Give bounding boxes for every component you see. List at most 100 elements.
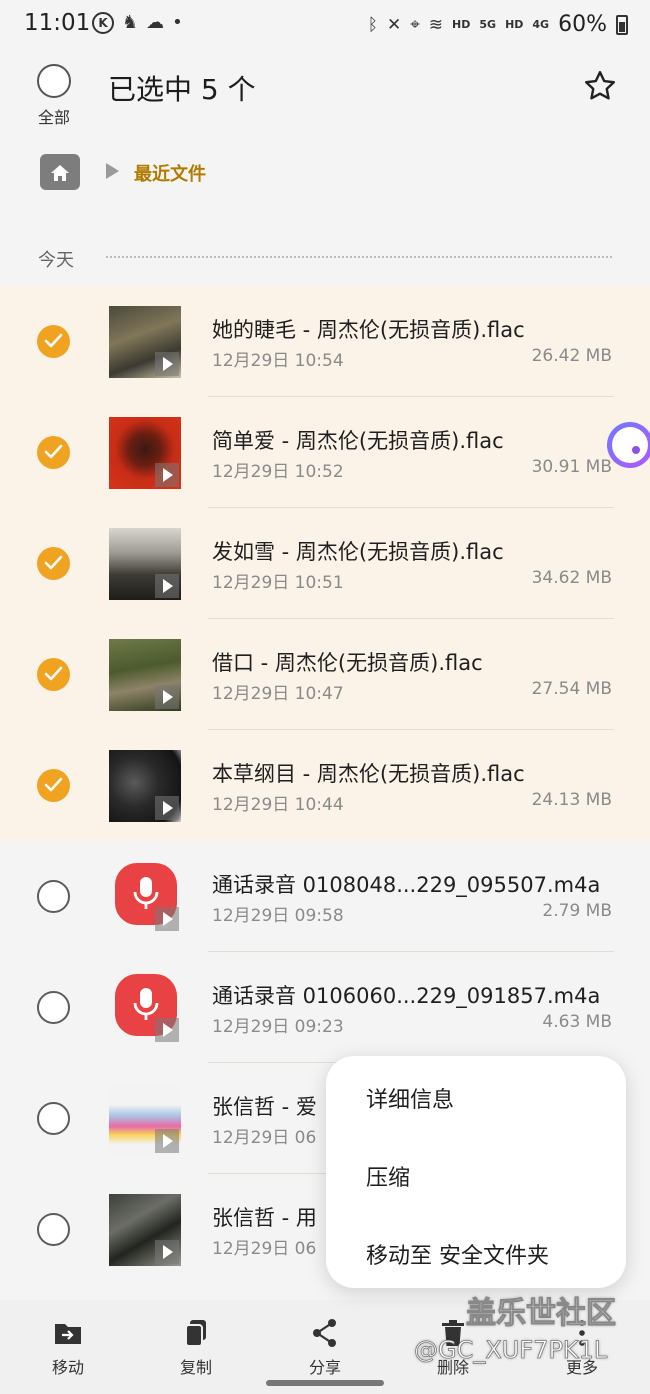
- bluetooth-icon: ᛒ: [367, 14, 378, 35]
- play-icon: [155, 352, 179, 376]
- copy-button[interactable]: 复制: [156, 1318, 236, 1378]
- status-left-icons: K ♞ ☁ •: [92, 12, 183, 34]
- play-icon: [155, 1018, 179, 1042]
- file-size: 30.91 MB: [531, 457, 612, 477]
- file-row[interactable]: 本草纲目 - 周杰伦(无损音质).flac 12月29日 10:44 24.13…: [0, 730, 650, 841]
- album-art-thumbnail: [109, 306, 181, 378]
- status-time: 11:01: [24, 10, 91, 36]
- file-name: 她的睫毛 - 周杰伦(无损音质).flac: [212, 318, 525, 342]
- file-date: 12月29日 09:23: [212, 1017, 344, 1037]
- selected-check-icon[interactable]: [37, 325, 70, 358]
- file-name: 通话录音 0108048...229_095507.m4a: [212, 873, 601, 897]
- file-name: 本草纲目 - 周杰伦(无损音质).flac: [212, 762, 525, 786]
- selected-check-icon[interactable]: [37, 769, 70, 802]
- share-icon: [285, 1318, 365, 1348]
- file-date: 12月29日 10:54: [212, 351, 344, 371]
- file-name: 简单爱 - 周杰伦(无损音质).flac: [212, 429, 504, 453]
- mute-icon: ✕: [386, 14, 402, 35]
- edge-panel-dot-icon: [632, 446, 640, 454]
- copy-icon: [156, 1318, 236, 1348]
- status-bar: 11:01 K ♞ ☁ • ᛒ ✕ ⌖ ≋ HD 5G HD 4G 60%: [0, 0, 650, 50]
- hd-label: HD: [452, 18, 471, 31]
- more-notifications-dot-icon: •: [172, 12, 183, 33]
- section-divider: [106, 256, 612, 258]
- select-all-checkbox[interactable]: [37, 64, 71, 98]
- share-button[interactable]: 分享: [285, 1318, 365, 1378]
- file-row[interactable]: 通话录音 0108048...229_095507.m4a 12月29日 09:…: [0, 841, 650, 952]
- album-art-thumbnail: [109, 639, 181, 711]
- move-label: 移动: [51, 1358, 84, 1377]
- selected-check-icon[interactable]: [37, 547, 70, 580]
- battery-percent: 60%: [558, 12, 607, 37]
- file-row[interactable]: 发如雪 - 周杰伦(无损音质).flac 12月29日 10:51 34.62 …: [0, 508, 650, 619]
- wifi-icon: ≋: [428, 14, 444, 35]
- section-today-label: 今天: [38, 250, 74, 271]
- file-row[interactable]: 借口 - 周杰伦(无损音质).flac 12月29日 10:47 27.54 M…: [0, 619, 650, 730]
- play-icon: [155, 1129, 179, 1153]
- home-icon: [51, 165, 69, 181]
- k-icon: K: [92, 12, 114, 34]
- file-row[interactable]: 她的睫毛 - 周杰伦(无损音质).flac 12月29日 10:54 26.42…: [0, 286, 650, 397]
- hd-label-2: HD: [505, 18, 524, 31]
- file-size: 26.42 MB: [531, 346, 612, 366]
- album-art-thumbnail: [109, 750, 181, 822]
- menu-item-compress[interactable]: 压缩: [366, 1160, 410, 1192]
- gesture-nav-handle[interactable]: [266, 1380, 384, 1386]
- select-all-toggle[interactable]: 全部: [36, 64, 72, 128]
- watermark-user: @GC_XUF7PK1L: [414, 1336, 608, 1365]
- voice-recorder-thumbnail: [109, 972, 181, 1044]
- file-row[interactable]: 简单爱 - 周杰伦(无损音质).flac 12月29日 10:52 30.91 …: [0, 397, 650, 508]
- file-size: 24.13 MB: [531, 790, 612, 810]
- album-art-thumbnail: [109, 528, 181, 600]
- play-icon: [155, 685, 179, 709]
- favorite-star-button[interactable]: [582, 68, 618, 104]
- row-checkbox[interactable]: [37, 991, 70, 1024]
- album-art-thumbnail: [109, 417, 181, 489]
- notification-icon: ♞: [122, 12, 139, 33]
- breadcrumb-current[interactable]: 最近文件: [134, 160, 206, 186]
- menu-item-move-to-secure-folder[interactable]: 移动至 安全文件夹: [366, 1238, 549, 1270]
- move-icon: [28, 1318, 108, 1348]
- more-options-menu: 详细信息 压缩 移动至 安全文件夹: [326, 1056, 626, 1288]
- selected-check-icon[interactable]: [37, 436, 70, 469]
- move-button[interactable]: 移动: [28, 1318, 108, 1378]
- file-date: 12月29日 10:44: [212, 795, 344, 815]
- play-icon: [155, 1240, 179, 1264]
- file-name: 发如雪 - 周杰伦(无损音质).flac: [212, 540, 504, 564]
- status-right-icons: ᛒ ✕ ⌖ ≋ HD 5G HD 4G 60%: [368, 12, 628, 37]
- file-size: 27.54 MB: [531, 679, 612, 699]
- row-checkbox[interactable]: [37, 880, 70, 913]
- 4g-signal-icon: 4G: [532, 18, 550, 31]
- file-size: 34.62 MB: [531, 568, 612, 588]
- battery-icon: [616, 14, 628, 35]
- breadcrumb-arrow-icon: [106, 163, 119, 179]
- select-all-label: 全部: [37, 108, 70, 127]
- menu-item-details[interactable]: 详细信息: [366, 1082, 454, 1114]
- location-icon: ⌖: [410, 14, 420, 35]
- file-date: 12月29日 09:58: [212, 906, 344, 926]
- file-name: 通话录音 0106060...229_091857.m4a: [212, 984, 601, 1008]
- edge-panel-handle[interactable]: [607, 422, 650, 468]
- file-date: 12月29日 06: [212, 1128, 317, 1148]
- selected-check-icon[interactable]: [37, 658, 70, 691]
- copy-label: 复制: [179, 1358, 212, 1377]
- voice-recorder-thumbnail: [109, 861, 181, 933]
- cloud-icon: ☁: [146, 12, 165, 33]
- row-checkbox[interactable]: [37, 1213, 70, 1246]
- album-art-thumbnail: [109, 1083, 181, 1155]
- play-icon: [155, 574, 179, 598]
- file-date: 12月29日 10:51: [212, 573, 344, 593]
- file-name: 张信哲 - 用: [212, 1206, 317, 1230]
- file-date: 12月29日 10:47: [212, 684, 344, 704]
- home-button[interactable]: [40, 154, 80, 190]
- file-size: 2.79 MB: [542, 901, 612, 921]
- file-date: 12月29日 10:52: [212, 462, 344, 482]
- selection-count-title: 已选中 5 个: [108, 73, 256, 106]
- file-size: 4.63 MB: [542, 1012, 612, 1032]
- file-name: 借口 - 周杰伦(无损音质).flac: [212, 651, 483, 675]
- play-icon: [155, 907, 179, 931]
- row-checkbox[interactable]: [37, 1102, 70, 1135]
- watermark-community: 盖乐世社区: [466, 1296, 617, 1332]
- file-row[interactable]: 通话录音 0106060...229_091857.m4a 12月29日 09:…: [0, 952, 650, 1063]
- star-icon: [585, 71, 615, 100]
